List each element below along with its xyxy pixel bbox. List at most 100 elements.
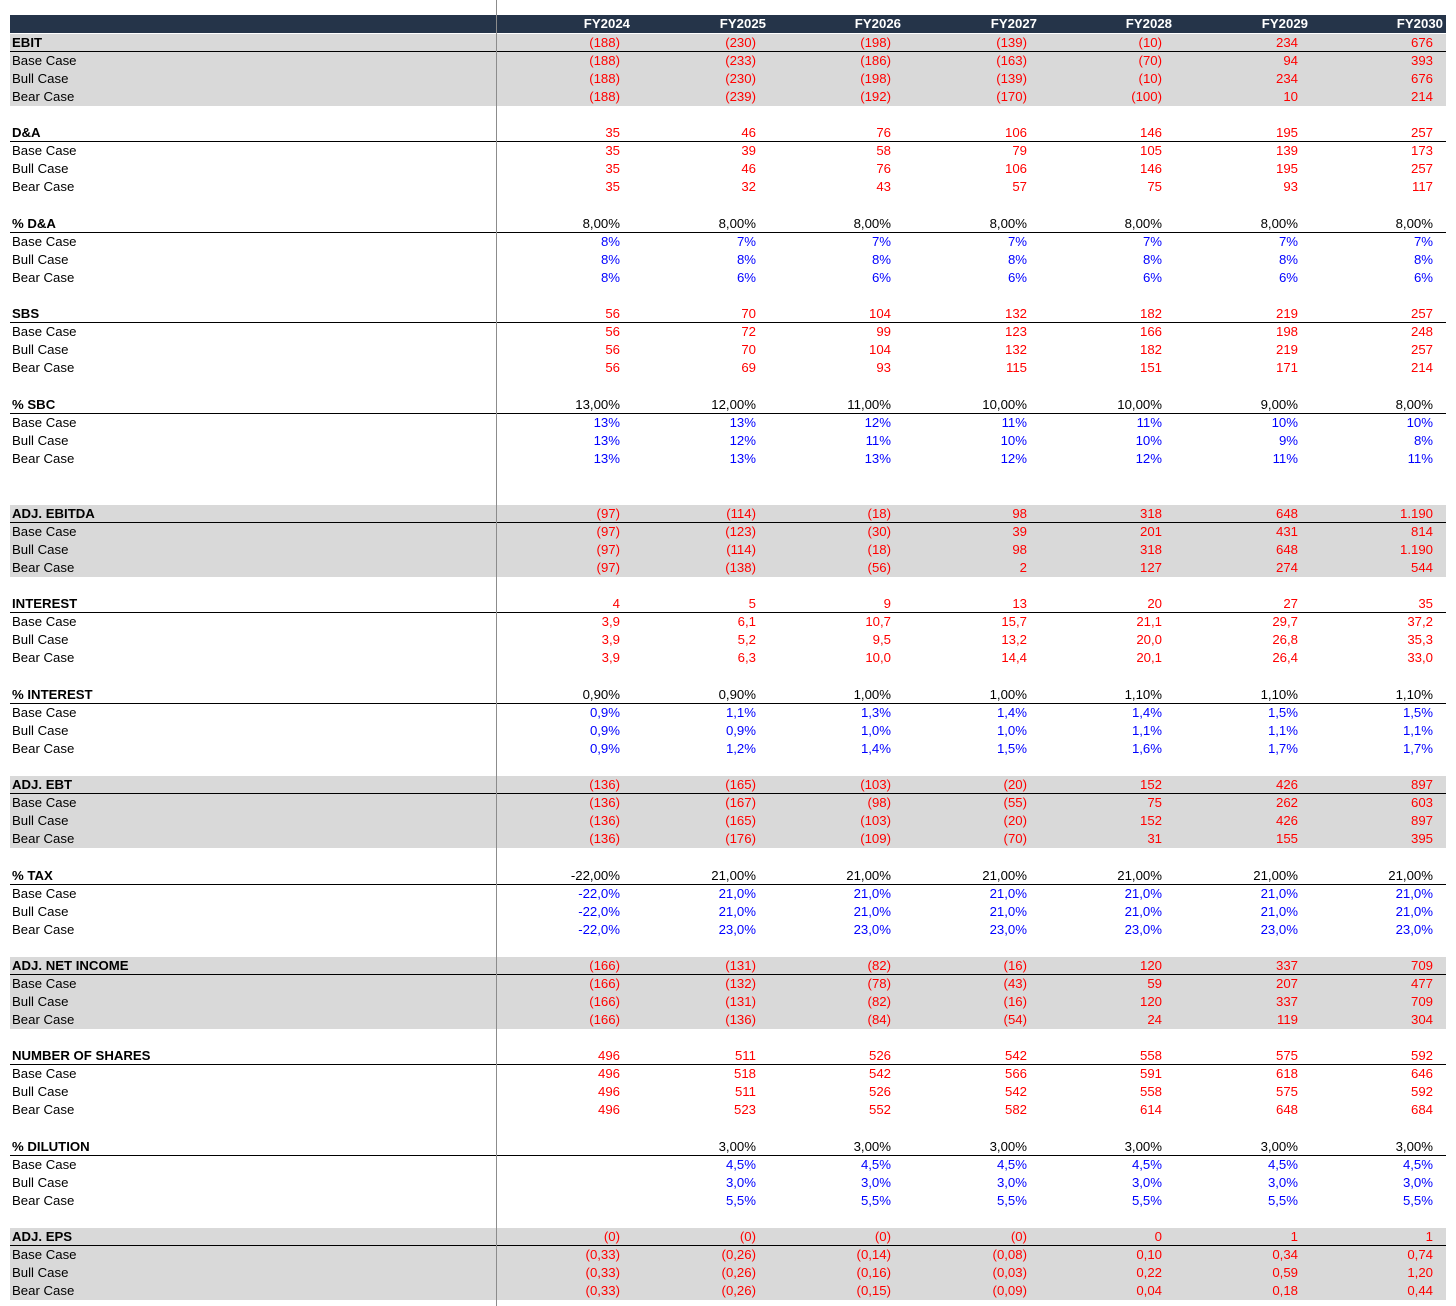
case-label[interactable]: Bear Case: [12, 1011, 74, 1029]
case-value-cell[interactable]: -22,0%: [500, 885, 620, 903]
case-label[interactable]: Bear Case: [12, 450, 74, 468]
case-value-cell[interactable]: (97): [500, 541, 620, 559]
total-value-cell[interactable]: 27: [1178, 595, 1298, 613]
case-value-cell[interactable]: 155: [1178, 830, 1298, 848]
total-value-cell[interactable]: 21,00%: [907, 867, 1027, 885]
total-value-cell[interactable]: 526: [771, 1047, 891, 1065]
total-value-cell[interactable]: (114): [636, 505, 756, 523]
case-value-cell[interactable]: (0,15): [771, 1282, 891, 1300]
total-value-cell[interactable]: 496: [500, 1047, 620, 1065]
case-value-cell[interactable]: 526: [771, 1083, 891, 1101]
case-value-cell[interactable]: 35: [500, 160, 620, 178]
case-value-cell[interactable]: 4,5%: [771, 1156, 891, 1174]
section-title[interactable]: % SBC: [12, 396, 55, 414]
total-value-cell[interactable]: (10): [1042, 34, 1162, 52]
case-value-cell[interactable]: 32: [636, 178, 756, 196]
case-value-cell[interactable]: 13%: [500, 414, 620, 432]
case-value-cell[interactable]: (70): [907, 830, 1027, 848]
case-value-cell[interactable]: 146: [1042, 160, 1162, 178]
case-value-cell[interactable]: 5,5%: [636, 1192, 756, 1210]
case-value-cell[interactable]: (136): [500, 812, 620, 830]
total-value-cell[interactable]: 592: [1313, 1047, 1433, 1065]
case-value-cell[interactable]: 1,3%: [771, 704, 891, 722]
case-value-cell[interactable]: 1,1%: [1178, 722, 1298, 740]
case-value-cell[interactable]: 11%: [907, 414, 1027, 432]
case-value-cell[interactable]: 4,5%: [1313, 1156, 1433, 1174]
case-value-cell[interactable]: 496: [500, 1083, 620, 1101]
case-value-cell[interactable]: 575: [1178, 1083, 1298, 1101]
case-value-cell[interactable]: 23,0%: [1313, 921, 1433, 939]
case-label[interactable]: Base Case: [12, 414, 77, 432]
total-value-cell[interactable]: 8,00%: [1313, 396, 1433, 414]
case-value-cell[interactable]: 104: [771, 341, 891, 359]
case-value-cell[interactable]: 132: [907, 341, 1027, 359]
case-label[interactable]: Bull Case: [12, 251, 68, 269]
case-value-cell[interactable]: 1,2%: [636, 740, 756, 758]
case-value-cell[interactable]: 7%: [907, 233, 1027, 251]
case-value-cell[interactable]: 0,9%: [500, 722, 620, 740]
total-value-cell[interactable]: 257: [1313, 124, 1433, 142]
total-value-cell[interactable]: (188): [500, 34, 620, 52]
case-value-cell[interactable]: 12%: [907, 450, 1027, 468]
case-value-cell[interactable]: 20,1: [1042, 649, 1162, 667]
total-value-cell[interactable]: 21,00%: [771, 867, 891, 885]
case-value-cell[interactable]: (0,03): [907, 1264, 1027, 1282]
case-value-cell[interactable]: 6%: [1178, 269, 1298, 287]
case-value-cell[interactable]: 12%: [636, 432, 756, 450]
case-value-cell[interactable]: 1,0%: [907, 722, 1027, 740]
case-value-cell[interactable]: 0,34: [1178, 1246, 1298, 1264]
total-value-cell[interactable]: 0,90%: [500, 686, 620, 704]
case-value-cell[interactable]: 105: [1042, 142, 1162, 160]
case-label[interactable]: Base Case: [12, 1065, 77, 1083]
case-value-cell[interactable]: (188): [500, 88, 620, 106]
case-value-cell[interactable]: 8%: [500, 251, 620, 269]
section-title[interactable]: ADJ. NET INCOME: [12, 957, 129, 975]
case-value-cell[interactable]: 648: [1178, 1101, 1298, 1119]
case-value-cell[interactable]: 1,20: [1313, 1264, 1433, 1282]
case-value-cell[interactable]: 1,5%: [1178, 704, 1298, 722]
total-value-cell[interactable]: 106: [907, 124, 1027, 142]
total-value-cell[interactable]: 0: [1042, 1228, 1162, 1246]
case-value-cell[interactable]: (198): [771, 70, 891, 88]
case-label[interactable]: Bear Case: [12, 359, 74, 377]
case-value-cell[interactable]: (167): [636, 794, 756, 812]
case-value-cell[interactable]: 1,7%: [1178, 740, 1298, 758]
case-value-cell[interactable]: 257: [1313, 341, 1433, 359]
total-value-cell[interactable]: 120: [1042, 957, 1162, 975]
case-value-cell[interactable]: 1,4%: [1042, 704, 1162, 722]
total-value-cell[interactable]: 1,10%: [1042, 686, 1162, 704]
case-value-cell[interactable]: 43: [771, 178, 891, 196]
case-value-cell[interactable]: 3,0%: [1042, 1174, 1162, 1192]
case-value-cell[interactable]: (0,33): [500, 1282, 620, 1300]
total-value-cell[interactable]: 46: [636, 124, 756, 142]
total-value-cell[interactable]: 35: [500, 124, 620, 142]
total-value-cell[interactable]: 1,00%: [907, 686, 1027, 704]
total-value-cell[interactable]: 648: [1178, 505, 1298, 523]
case-value-cell[interactable]: 8%: [1313, 251, 1433, 269]
total-value-cell[interactable]: 10,00%: [1042, 396, 1162, 414]
case-value-cell[interactable]: (0,08): [907, 1246, 1027, 1264]
case-value-cell[interactable]: 1,4%: [907, 704, 1027, 722]
case-value-cell[interactable]: 544: [1313, 559, 1433, 577]
case-value-cell[interactable]: 8%: [636, 251, 756, 269]
total-value-cell[interactable]: 104: [771, 305, 891, 323]
case-value-cell[interactable]: 56: [500, 359, 620, 377]
case-value-cell[interactable]: (166): [500, 975, 620, 993]
total-value-cell[interactable]: 3,00%: [1313, 1138, 1433, 1156]
case-value-cell[interactable]: 21,1: [1042, 613, 1162, 631]
case-value-cell[interactable]: -22,0%: [500, 903, 620, 921]
case-label[interactable]: Bull Case: [12, 432, 68, 450]
case-label[interactable]: Base Case: [12, 613, 77, 631]
case-value-cell[interactable]: 257: [1313, 160, 1433, 178]
total-value-cell[interactable]: 3,00%: [636, 1138, 756, 1156]
case-value-cell[interactable]: 0,22: [1042, 1264, 1162, 1282]
case-value-cell[interactable]: 426: [1178, 812, 1298, 830]
total-value-cell[interactable]: 1,10%: [1178, 686, 1298, 704]
case-value-cell[interactable]: 8%: [500, 233, 620, 251]
case-value-cell[interactable]: 94: [1178, 52, 1298, 70]
case-value-cell[interactable]: (70): [1042, 52, 1162, 70]
case-value-cell[interactable]: (132): [636, 975, 756, 993]
case-value-cell[interactable]: 13%: [500, 432, 620, 450]
case-label[interactable]: Base Case: [12, 1246, 77, 1264]
case-label[interactable]: Base Case: [12, 52, 77, 70]
